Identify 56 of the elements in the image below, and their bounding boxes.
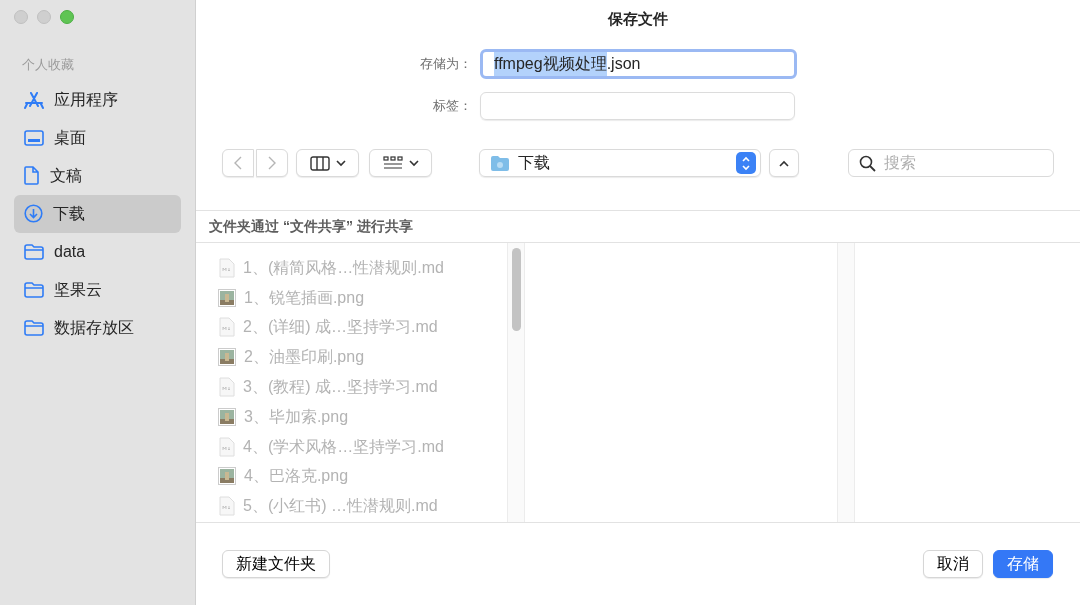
sidebar-item[interactable]: 文稿 [14,156,181,195]
new-folder-button[interactable]: 新建文件夹 [222,550,330,578]
sidebar-item[interactable]: 应用程序 [14,80,181,119]
document-icon [24,166,40,185]
scrollbar[interactable] [507,243,525,522]
sharing-notice: 文件夹通过 “文件共享” 进行共享 [196,210,1080,242]
column-resizer[interactable] [837,243,855,522]
sidebar-item[interactable]: 坚果云 [14,270,181,309]
sidebar-heading: 个人收藏 [22,56,75,74]
save-button[interactable]: 存储 [993,550,1053,578]
folder-icon [24,243,44,260]
window-title: 保存文件 [606,8,669,29]
markdown-file-icon [218,377,235,398]
markdown-file-icon [218,317,235,338]
field-label: 存储为： [419,55,472,74]
desktop-icon [24,129,44,146]
sidebar-item[interactable]: 下载 [14,194,181,233]
chevron-down-icon [408,159,419,167]
search-placeholder: 搜索 [884,153,916,173]
image-file-icon [218,467,236,486]
image-file-icon [218,407,236,426]
folder-icon [490,154,510,172]
sidebar-item[interactable]: 数据存放区 [14,308,181,347]
sidebar-item[interactable]: data [14,232,181,271]
download-icon [24,204,43,223]
app-store-icon [24,90,44,109]
image-file-icon [218,288,236,307]
markdown-file-icon [218,436,235,457]
group-button[interactable] [369,149,432,177]
back-button[interactable] [222,149,254,177]
scroll-thumb[interactable] [512,248,521,331]
grid-icon [382,156,403,170]
close-button[interactable] [14,10,28,24]
markdown-file-icon [218,496,235,517]
folder-icon [24,319,44,336]
chevron-down-icon [335,159,346,167]
tags-field[interactable] [480,92,795,120]
stepper-icon [736,152,756,174]
view-columns-button[interactable] [296,149,359,177]
image-file-icon [218,348,236,367]
chevron-up-icon [779,159,789,167]
markdown-file-icon [218,257,235,278]
sidebar-item[interactable]: 桌面 [14,118,181,157]
columns-icon [309,155,330,171]
filename-field[interactable]: ffmpeg视频处理.json [480,49,797,79]
minimize-button[interactable] [37,10,51,24]
forward-button[interactable] [256,149,288,177]
folder-icon [24,281,44,298]
search-icon [859,154,876,172]
location-popup[interactable]: 下载 [479,149,761,177]
cancel-button[interactable]: 取消 [923,550,983,578]
up-button[interactable] [769,149,799,177]
chevron-left-icon [234,156,242,170]
zoom-button[interactable] [60,10,74,24]
field-label: 标签： [432,97,472,116]
chevron-right-icon [268,156,276,170]
